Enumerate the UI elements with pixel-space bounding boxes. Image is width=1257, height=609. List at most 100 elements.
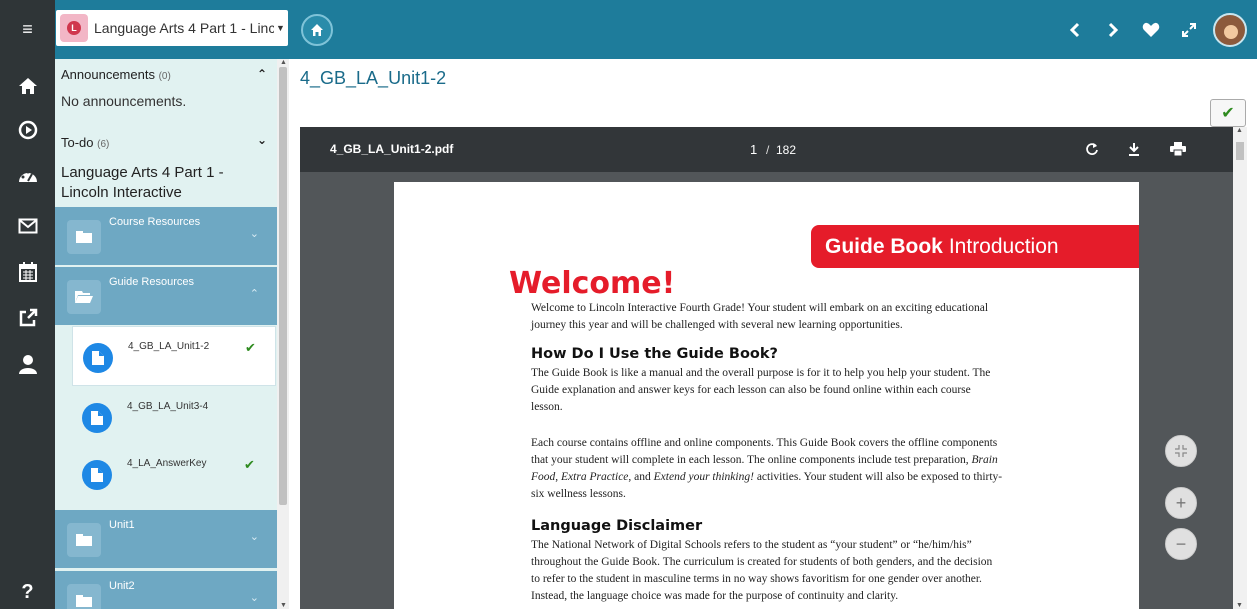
hamburger-icon[interactable]: ≡ bbox=[0, 0, 55, 59]
text-line: to refer to the student in masculine ter… bbox=[531, 573, 982, 585]
text-line: lesson. bbox=[531, 401, 563, 413]
file-item[interactable]: 4_GB_LA_Unit1-2 ✔ bbox=[72, 326, 276, 386]
todo-header[interactable]: To-do (6) bbox=[61, 135, 109, 150]
text-run-italic: Food bbox=[531, 471, 556, 483]
chevron-up-icon[interactable]: ⌃ bbox=[257, 67, 267, 81]
pdf-page: Guide Book Introduction Welcome! Welcome… bbox=[394, 182, 1139, 609]
avatar[interactable] bbox=[1213, 12, 1247, 47]
file-icon bbox=[82, 460, 112, 490]
text-run-italic: Extend your thinking! bbox=[653, 471, 754, 483]
file-item[interactable]: 4_GB_LA_Unit3-4 bbox=[72, 387, 276, 447]
text-line: Guide explanation and answer keys for ea… bbox=[531, 384, 971, 396]
plus-icon: + bbox=[1175, 492, 1187, 513]
folder-open-icon bbox=[67, 280, 101, 314]
chevron-left-icon[interactable] bbox=[1057, 12, 1093, 48]
home-button[interactable] bbox=[301, 14, 333, 46]
course-name: Language Arts 4 Part 1 - Lincoln Interac… bbox=[61, 164, 224, 201]
file-label: 4_GB_LA_Unit3-4 bbox=[127, 401, 209, 412]
language-disclaimer-paragraph: The National Network of Digital Schools … bbox=[531, 537, 1031, 605]
mark-complete-button[interactable]: ✔ bbox=[1210, 99, 1246, 127]
viewer-scrollbar[interactable]: ▲ ▼ bbox=[1233, 127, 1247, 609]
file-label: 4_LA_AnswerKey bbox=[127, 458, 207, 469]
text-run-italic: Extra Practice bbox=[561, 471, 629, 483]
folder-label: Unit2 bbox=[109, 580, 135, 592]
chevron-down-icon: ⌄ bbox=[249, 228, 259, 240]
todo-count: (6) bbox=[97, 139, 110, 150]
home-icon[interactable] bbox=[0, 71, 55, 101]
scroll-up-icon[interactable]: ▲ bbox=[1236, 127, 1243, 134]
folder-unit1[interactable]: Unit1 ⌄ bbox=[55, 510, 277, 568]
text-run-italic: Brain bbox=[971, 454, 998, 466]
play-circle-icon[interactable] bbox=[0, 115, 55, 145]
course-selector[interactable]: L Language Arts 4 Part 1 - Linc... ▼ bbox=[56, 10, 288, 46]
file-icon bbox=[82, 403, 112, 433]
text-line: Food, Extra Practice, and Extend your th… bbox=[531, 469, 1031, 486]
chevron-down-icon: ⌄ bbox=[249, 592, 259, 604]
text-line: Each course contains offline and online … bbox=[531, 437, 998, 449]
announcements-header[interactable]: Announcements (0) bbox=[61, 67, 171, 82]
mail-icon[interactable] bbox=[0, 211, 55, 241]
viewer-scroll-thumb[interactable] bbox=[1236, 142, 1244, 160]
text-line: Instead, the language choice was made fo… bbox=[531, 590, 899, 602]
rotate-icon[interactable] bbox=[1082, 139, 1102, 159]
pdf-viewer: 4_GB_LA_Unit1-2.pdf 1 / 182 Guide Book I… bbox=[300, 127, 1233, 609]
check-icon: ✔ bbox=[244, 457, 255, 472]
text-line: The Guide Book is like a manual and the … bbox=[531, 367, 991, 379]
banner-bold-text: Guide Book bbox=[825, 234, 943, 258]
guide-book-banner: Guide Book Introduction bbox=[811, 225, 1139, 268]
chevron-down-icon[interactable]: ⌄ bbox=[257, 133, 267, 147]
page-title: 4_GB_LA_Unit1-2 bbox=[300, 68, 447, 88]
zoom-in-button[interactable]: + bbox=[1165, 487, 1197, 519]
nav-rail: ? bbox=[0, 59, 55, 609]
course-logo-mark: L bbox=[67, 21, 81, 35]
external-link-icon[interactable] bbox=[0, 303, 55, 333]
calendar-icon[interactable] bbox=[0, 257, 55, 287]
folder-guide-resources[interactable]: Guide Resources ⌃ bbox=[55, 267, 277, 325]
language-disclaimer-heading: Language Disclaimer bbox=[531, 518, 703, 534]
text-line: that your student will complete in each … bbox=[531, 452, 1031, 469]
course-logo: L bbox=[60, 14, 88, 42]
text-line: journey this year and will be challenged… bbox=[531, 319, 903, 331]
caret-down-icon: ▼ bbox=[276, 23, 285, 33]
user-icon[interactable] bbox=[0, 349, 55, 379]
scroll-up-icon[interactable]: ▲ bbox=[280, 59, 287, 66]
announcements-count: (0) bbox=[158, 71, 171, 82]
home-icon bbox=[311, 24, 323, 36]
scroll-down-icon[interactable]: ▼ bbox=[1236, 602, 1243, 609]
compress-icon bbox=[1175, 445, 1187, 457]
help-icon[interactable]: ? bbox=[0, 577, 55, 607]
folder-icon bbox=[67, 220, 101, 254]
file-item[interactable]: 4_LA_AnswerKey ✔ bbox=[72, 444, 276, 504]
sidebar-scrollbar[interactable]: ▲ ▼ bbox=[277, 59, 289, 609]
check-icon: ✔ bbox=[245, 340, 256, 355]
download-icon[interactable] bbox=[1124, 139, 1144, 159]
zoom-out-button[interactable]: − bbox=[1165, 528, 1197, 560]
folder-label: Guide Resources bbox=[109, 276, 194, 288]
banner-text: Introduction bbox=[948, 234, 1059, 258]
folder-course-resources[interactable]: Course Resources ⌄ bbox=[55, 207, 277, 265]
pdf-toolbar: 4_GB_LA_Unit1-2.pdf 1 / 182 bbox=[300, 127, 1233, 172]
file-icon bbox=[83, 343, 113, 373]
course-selector-label: Language Arts 4 Part 1 - Linc... bbox=[94, 20, 274, 36]
chevron-up-icon: ⌃ bbox=[249, 288, 259, 300]
announcements-label: Announcements bbox=[61, 67, 155, 82]
fit-page-button[interactable] bbox=[1165, 435, 1197, 467]
expand-icon[interactable] bbox=[1171, 12, 1207, 48]
folder-unit2[interactable]: Unit2 ⌄ bbox=[55, 571, 277, 609]
page-total: 182 bbox=[776, 143, 797, 157]
dashboard-icon[interactable] bbox=[0, 161, 55, 191]
sidebar-scroll-thumb[interactable] bbox=[279, 67, 287, 505]
text-line: six wellness lessons. bbox=[531, 488, 626, 500]
text-line: Welcome to Lincoln Interactive Fourth Gr… bbox=[531, 302, 989, 314]
chevron-down-icon: ⌄ bbox=[249, 531, 259, 543]
heart-icon[interactable] bbox=[1133, 12, 1169, 48]
print-icon[interactable] bbox=[1168, 139, 1188, 159]
welcome-paragraph: Welcome to Lincoln Interactive Fourth Gr… bbox=[531, 300, 1031, 334]
chevron-right-icon[interactable] bbox=[1095, 12, 1131, 48]
components-paragraph: Each course contains offline and online … bbox=[531, 435, 1031, 503]
file-label: 4_GB_LA_Unit1-2 bbox=[128, 341, 210, 352]
pdf-filename: 4_GB_LA_Unit1-2.pdf bbox=[330, 142, 454, 156]
page-number-input[interactable]: 1 bbox=[750, 142, 757, 157]
scroll-down-icon[interactable]: ▼ bbox=[280, 602, 287, 609]
app-root: ≡ L Language Arts 4 Part 1 - Linc... ▼ ?… bbox=[0, 0, 1257, 609]
